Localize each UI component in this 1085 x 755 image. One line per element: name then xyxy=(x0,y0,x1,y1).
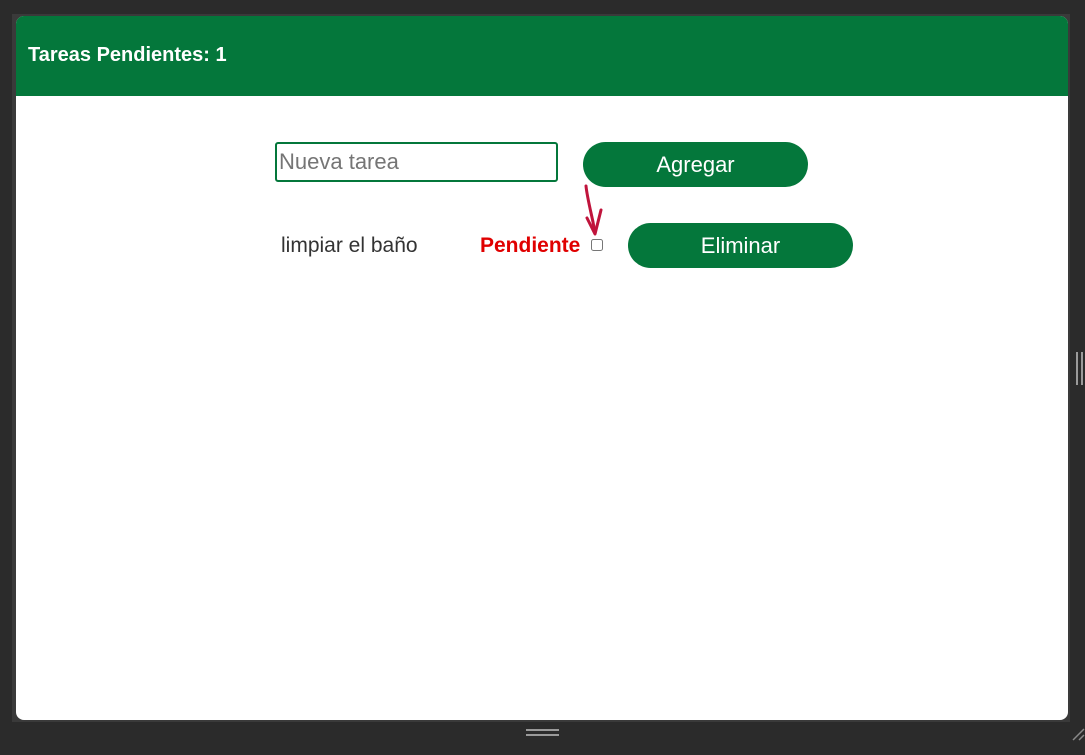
bottom-resize-handle[interactable] xyxy=(526,729,559,739)
new-task-input[interactable] xyxy=(275,142,558,182)
app-header: Tareas Pendientes: 1 xyxy=(16,16,1068,96)
task-status-label: Pendiente xyxy=(480,234,581,257)
app-window: Tareas Pendientes: 1 Agregar limpiar el … xyxy=(16,16,1068,720)
add-task-button[interactable]: Agregar xyxy=(583,142,808,187)
hand-drawn-arrow-icon xyxy=(584,184,603,236)
delete-task-button[interactable]: Eliminar xyxy=(628,223,853,268)
right-resize-handle[interactable] xyxy=(1076,352,1085,385)
corner-resize-grip-icon[interactable] xyxy=(1070,726,1085,741)
pending-count-title: Tareas Pendientes: 1 xyxy=(28,44,227,66)
task-text: limpiar el baño xyxy=(281,234,418,257)
